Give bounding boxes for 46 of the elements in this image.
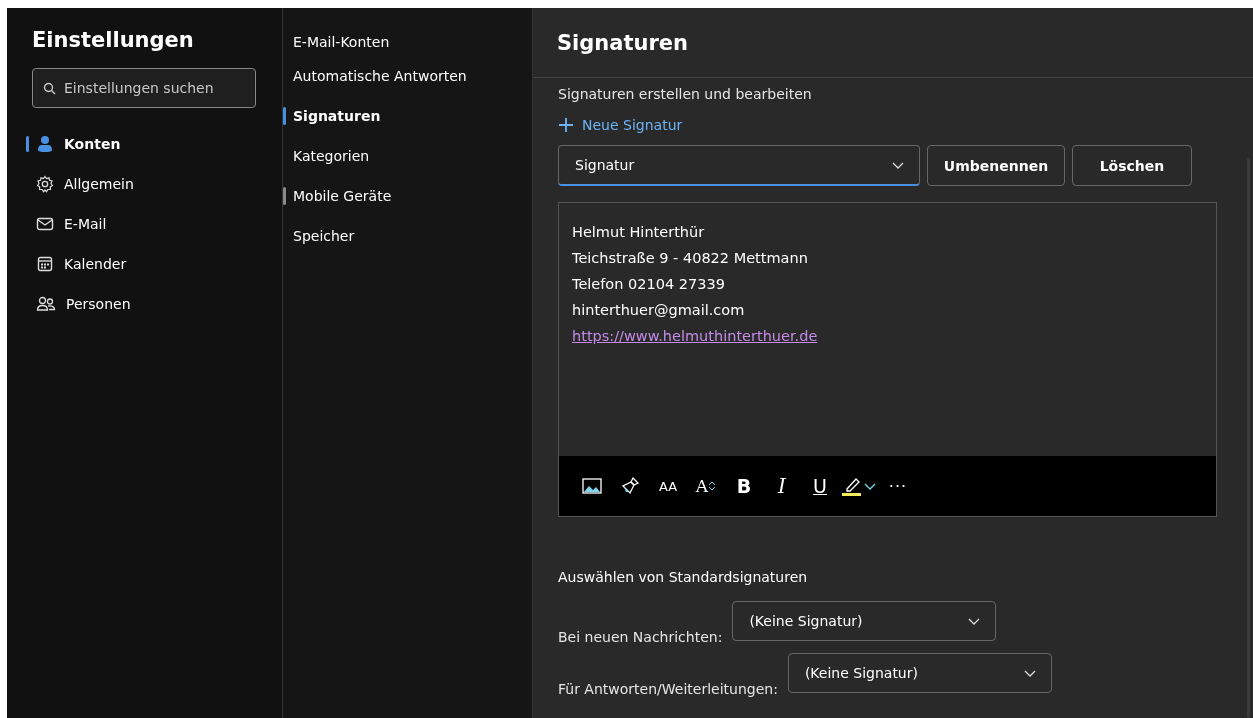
italic-button[interactable]: I [763, 470, 801, 502]
underline-button[interactable]: U [801, 470, 839, 502]
more-button[interactable]: ··· [879, 470, 917, 502]
subnav-item[interactable]: Speicher [283, 216, 532, 256]
section-heading: Signaturen erstellen und bearbeiten [558, 86, 813, 102]
signature-line: Telefon 02104 27339 [572, 275, 726, 294]
font-size-button[interactable]: AA [649, 470, 687, 502]
subnav-item[interactable]: Automatische Antworten [283, 56, 532, 96]
settings-title: Einstellungen [32, 28, 195, 52]
field-label: Für Antworten/Weiterleitungen: [558, 681, 778, 699]
highlighter-icon [841, 476, 863, 496]
new-signature-button[interactable]: Neue Signatur [558, 117, 683, 133]
rename-button[interactable]: Umbenennen [927, 145, 1065, 186]
people-icon [36, 295, 56, 313]
envelope-icon [36, 215, 54, 233]
field-label: Bei neuen Nachrichten: [558, 629, 723, 647]
sidebar-item[interactable]: Personen [7, 284, 282, 324]
signature-dropdown[interactable]: Signatur [558, 145, 920, 186]
sidebar-item[interactable]: Allgemein [7, 164, 282, 204]
sidebar-item[interactable]: E-Mail [7, 204, 282, 244]
search-field[interactable]: Einstellungen suchen [32, 68, 256, 108]
signature-line: hinterthuer@gmail.com [572, 301, 746, 320]
gear-icon [36, 175, 54, 193]
delete-button[interactable]: Löschen [1072, 145, 1192, 186]
paintbrush-icon [620, 476, 640, 496]
signature-dropdown[interactable]: (Keine Signatur) [787, 653, 1052, 693]
website-link[interactable]: https://www.helmuthinterthuer.de [572, 325, 818, 347]
section-heading: Auswählen von Standardsignaturen [558, 569, 809, 585]
signature-line: Teichstraße 9 - 40822 Mettmann [572, 249, 809, 268]
subnav-item[interactable]: E-Mail-Konten [283, 28, 532, 56]
caret-icon [708, 481, 717, 491]
signature-dropdown[interactable]: (Keine Signatur) [732, 601, 997, 641]
plus-icon [558, 117, 574, 133]
bold-button[interactable]: B [725, 470, 763, 502]
calendar-icon [36, 255, 54, 273]
subnav-item[interactable]: Mobile Geräte [283, 176, 532, 216]
subnav-item[interactable]: Kategorien [283, 136, 532, 176]
picture-icon [582, 478, 602, 494]
sidebar-item[interactable]: Kalender [7, 244, 282, 284]
signature-line: Helmut Hinterthür [572, 223, 706, 242]
subnav-item[interactable]: Signaturen [283, 96, 532, 136]
grow-font-button[interactable]: A [687, 470, 725, 502]
page-title: Signaturen [533, 8, 1253, 78]
signature-editor[interactable]: Helmut Hinterthür Teichstraße 9 - 40822 Mettmann Telefon 02104 27339 hinterthuer@gmail.com https://www.helmuthinterthuer.de AA A B I U ··· [558, 202, 1217, 517]
person-icon [36, 135, 54, 153]
sidebar-item[interactable]: Konten [7, 124, 282, 164]
